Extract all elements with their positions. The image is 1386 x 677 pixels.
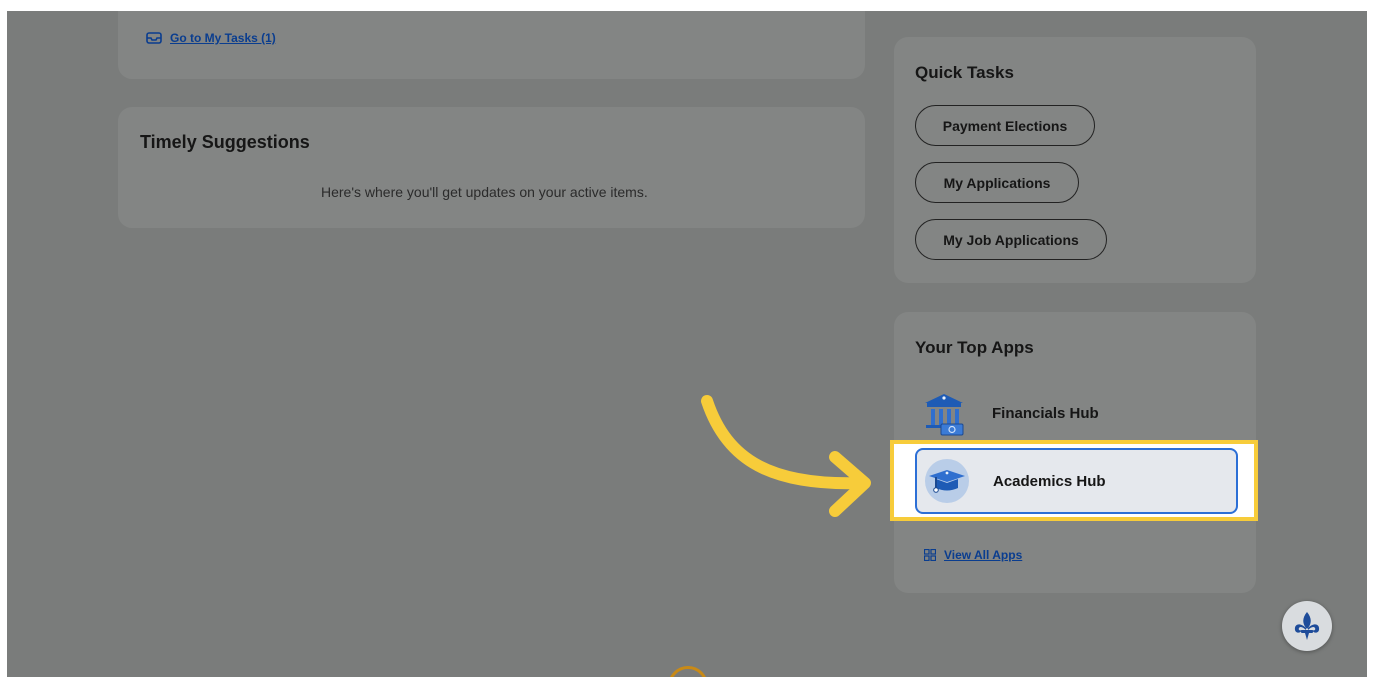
assistant-bubble[interactable] [668,666,708,677]
go-to-my-tasks-label: Go to My Tasks (1) [170,31,276,45]
timely-suggestions-title: Timely Suggestions [140,132,310,152]
academics-hub-app[interactable]: Academics Hub [915,448,1238,514]
top-apps-title: Your Top Apps [915,338,1034,357]
my-tasks-card: Go to My Tasks (1) [118,11,865,79]
financials-hub-app[interactable]: Financials Hub [918,387,1099,439]
fleur-de-lis-icon [1294,612,1320,640]
floating-help-button[interactable] [1282,601,1332,651]
quick-tasks-card: Quick Tasks Payment Elections My Applica… [894,37,1256,283]
bank-building-icon [918,387,970,439]
financials-hub-label: Financials Hub [992,404,1099,422]
timely-suggestions-card: Timely Suggestions Here's where you'll g… [118,107,865,228]
academics-hub-label: Academics Hub [993,472,1106,490]
view-all-apps-label: View All Apps [944,548,1023,562]
payment-elections-button[interactable]: Payment Elections [915,105,1095,146]
timely-suggestions-message: Here's where you'll get updates on your … [321,184,648,200]
my-job-applications-button[interactable]: My Job Applications [915,219,1107,260]
inbox-icon [146,32,162,44]
go-to-my-tasks-link[interactable]: Go to My Tasks (1) [146,31,276,45]
graduation-cap-icon [921,455,973,507]
academics-hub-row: Academics Hub [917,455,1106,507]
annotation-arrow [701,395,871,517]
quick-tasks-title: Quick Tasks [915,63,1014,82]
grid-icon [924,549,936,561]
app-viewport: Go to My Tasks (1) Timely Suggestions He… [7,11,1367,677]
view-all-apps-link[interactable]: View All Apps [924,548,1022,562]
my-applications-button[interactable]: My Applications [915,162,1079,203]
